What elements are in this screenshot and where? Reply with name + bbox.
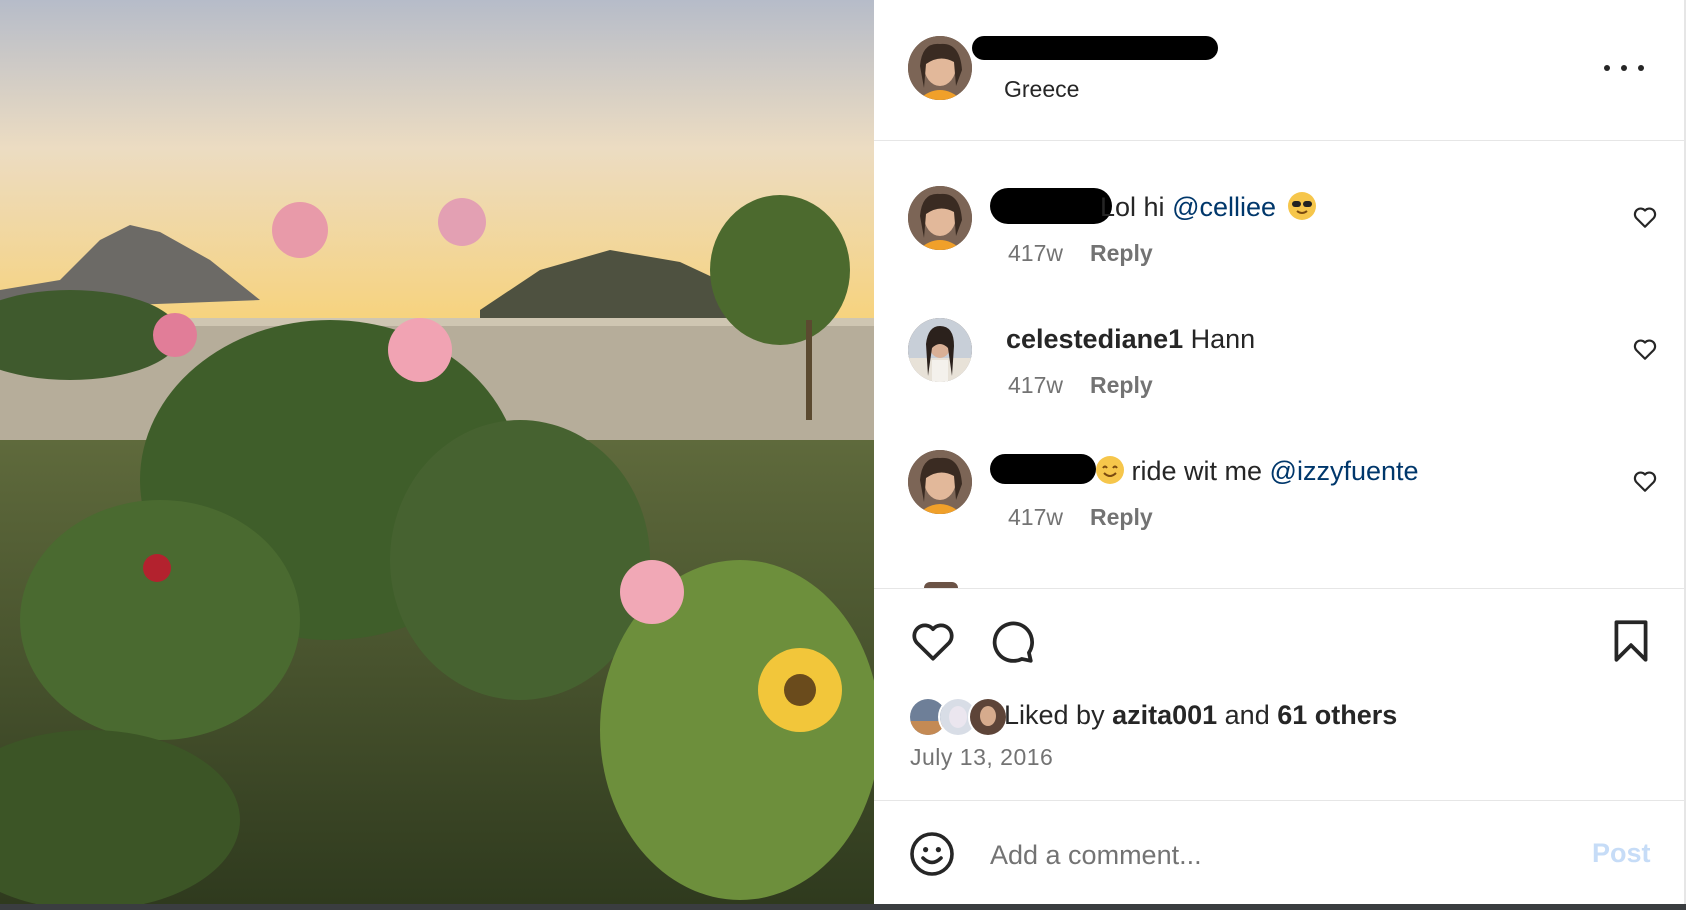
comment-like-icon[interactable] xyxy=(1632,468,1658,494)
liker-avatars[interactable] xyxy=(908,697,1014,737)
comment-item: celestediane1 Hann 417w Reply xyxy=(874,318,1684,438)
comment-avatar[interactable] xyxy=(908,450,972,514)
more-options-button[interactable] xyxy=(1602,52,1646,82)
mention-link[interactable]: @celliee xyxy=(1172,192,1276,222)
author-avatar[interactable] xyxy=(908,36,972,100)
post-panel: Greece Lol hi @celliee 417w Reply celest… xyxy=(874,0,1686,904)
likes-summary: Liked by azita001 and 61 others xyxy=(1004,700,1398,730)
comment-meta: 417w Reply xyxy=(1008,504,1153,531)
liker-username[interactable]: azita001 xyxy=(1112,700,1217,730)
smiling-emoji-icon xyxy=(1096,456,1124,484)
comment-item: ride wit me @izzyfuente 417w Reply xyxy=(874,450,1684,570)
comment-text: ride wit me @izzyfuente xyxy=(1096,456,1419,487)
window-bottom-edge xyxy=(0,904,1686,910)
sunglasses-emoji-icon xyxy=(1287,192,1316,220)
bookmark-icon[interactable] xyxy=(1606,616,1656,666)
emoji-icon[interactable] xyxy=(908,830,956,878)
more-horizontal-icon xyxy=(1604,65,1610,71)
divider xyxy=(874,588,1684,589)
post-photo xyxy=(0,0,874,904)
comment-meta: 417w Reply xyxy=(1008,240,1153,267)
mention-link[interactable]: @izzyfuente xyxy=(1270,456,1419,486)
comment-text: Lol hi @celliee xyxy=(1100,192,1316,223)
post-button[interactable]: Post xyxy=(1592,838,1651,869)
reply-button[interactable]: Reply xyxy=(1090,240,1153,266)
comment-icon[interactable] xyxy=(986,616,1036,666)
comment-text: celestediane1 Hann xyxy=(1006,324,1256,354)
likes-others-link[interactable]: 61 others xyxy=(1277,700,1397,730)
comment-like-icon[interactable] xyxy=(1632,204,1658,230)
heart-icon[interactable] xyxy=(908,616,958,666)
redacted-username xyxy=(990,188,1112,224)
post-header: Greece xyxy=(874,0,1684,141)
reply-button[interactable]: Reply xyxy=(1090,504,1153,530)
post-date[interactable]: July 13, 2016 xyxy=(910,744,1053,771)
comment-like-icon[interactable] xyxy=(1632,336,1658,362)
comment-avatar[interactable] xyxy=(908,186,972,250)
comment-time[interactable]: 417w xyxy=(1008,372,1090,399)
comment-time[interactable]: 417w xyxy=(1008,504,1090,531)
comment-time[interactable]: 417w xyxy=(1008,240,1090,267)
liker-avatar xyxy=(968,697,1008,737)
post-panel-inner: Greece Lol hi @celliee 417w Reply celest… xyxy=(874,0,1685,904)
comment-meta: 417w Reply xyxy=(1008,372,1153,399)
comment-avatar[interactable] xyxy=(908,318,972,382)
comment-username[interactable]: celestediane1 xyxy=(1006,324,1183,354)
redacted-username xyxy=(972,36,1218,60)
reply-button[interactable]: Reply xyxy=(1090,372,1153,398)
divider xyxy=(874,800,1684,801)
redacted-username xyxy=(990,454,1096,484)
comment-item: Lol hi @celliee 417w Reply xyxy=(874,186,1684,306)
comment-input[interactable] xyxy=(988,832,1512,878)
location-label[interactable]: Greece xyxy=(1004,76,1079,103)
